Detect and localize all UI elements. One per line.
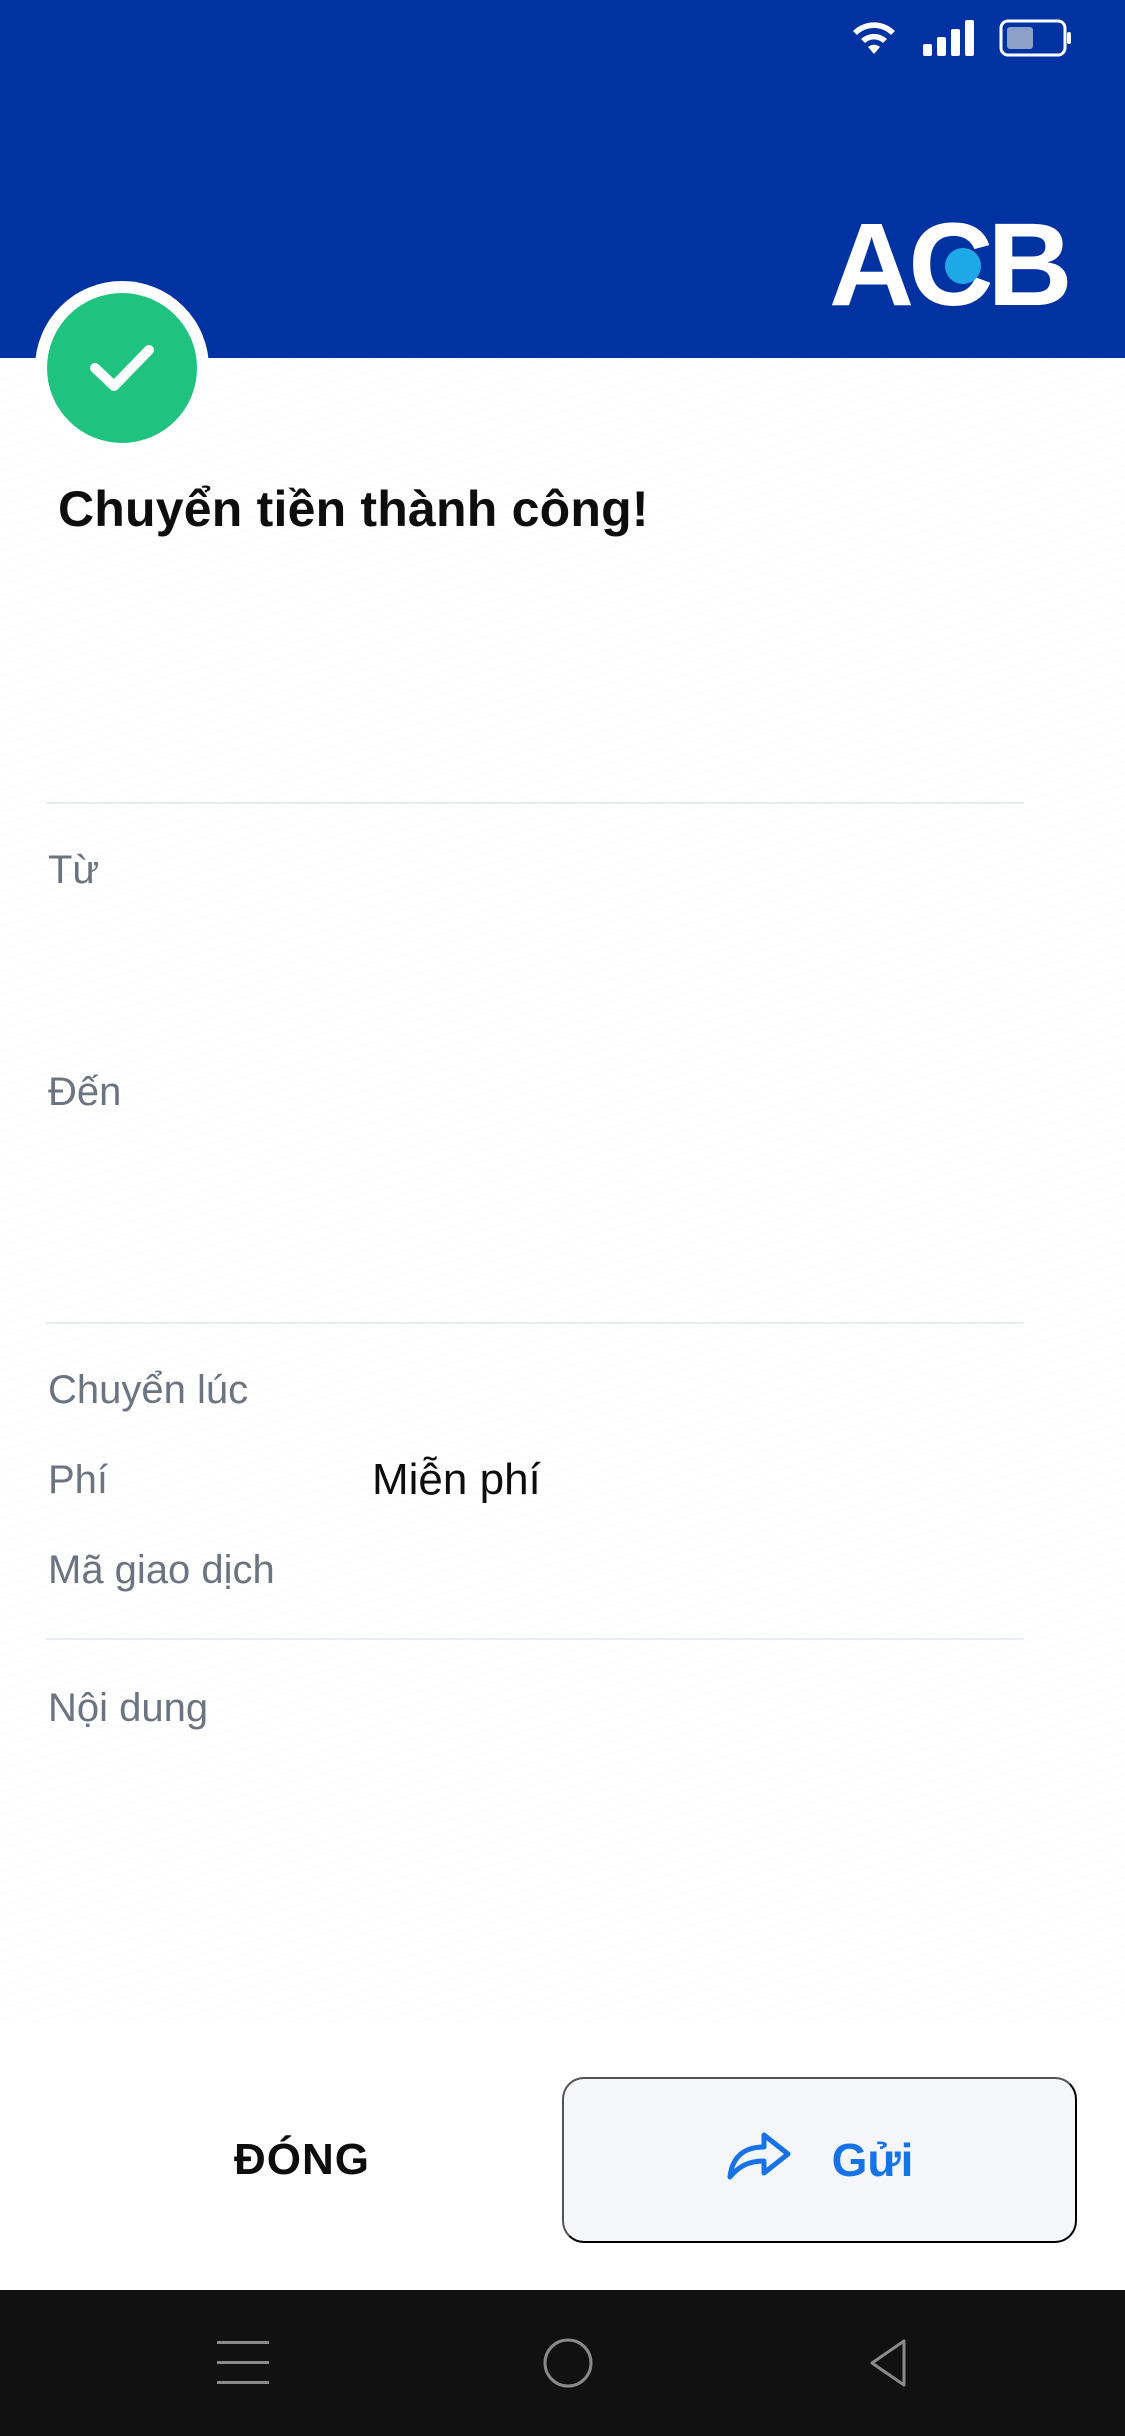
close-button-label: ĐÓNG	[234, 2135, 370, 2184]
content-label: Nội dung	[48, 1686, 209, 1730]
menu-icon[interactable]	[213, 2333, 273, 2393]
divider	[46, 1638, 1024, 1640]
back-icon[interactable]	[860, 2333, 920, 2393]
send-button[interactable]: Gửi	[562, 2077, 1077, 2243]
fee-value: Miễn phí	[372, 1455, 541, 1504]
to-label: Đến	[48, 1070, 122, 1114]
from-label: Từ	[48, 848, 100, 892]
home-icon[interactable]	[538, 2333, 598, 2393]
send-button-label: Gửi	[831, 2134, 914, 2186]
system-nav-bar	[0, 2290, 1125, 2436]
divider	[46, 802, 1024, 804]
battery-icon	[999, 18, 1073, 58]
divider	[46, 1322, 1024, 1324]
acb-logo: ACB	[829, 199, 1079, 331]
wifi-icon	[849, 18, 899, 58]
status-bar	[849, 16, 1073, 60]
fee-label: Phí	[48, 1458, 109, 1502]
page-title: Chuyển tiền thành công!	[58, 481, 649, 537]
success-check-icon	[35, 281, 209, 455]
time-label: Chuyển lúc	[48, 1368, 249, 1412]
close-button[interactable]: ĐÓNG	[46, 2077, 558, 2243]
transaction-id-label: Mã giao dịch	[48, 1548, 275, 1592]
signal-icon	[921, 18, 977, 58]
receipt-area	[0, 358, 1125, 2023]
share-arrow-icon	[726, 2127, 792, 2194]
